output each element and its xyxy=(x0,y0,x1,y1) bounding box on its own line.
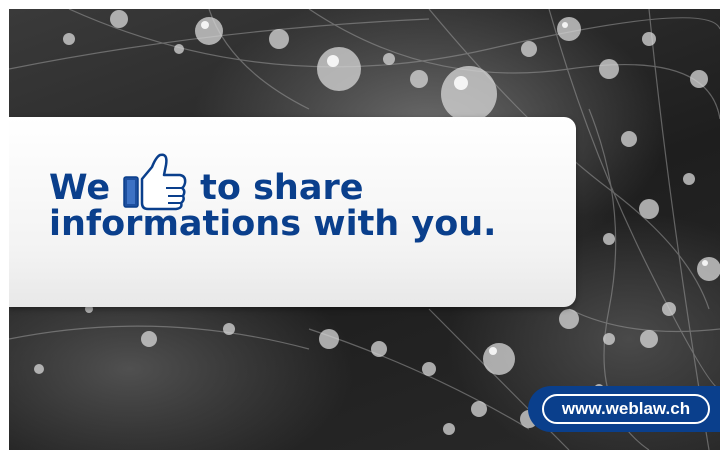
message-card: We to share informations with you. xyxy=(9,117,576,307)
banner: We to share informations with you. www.w… xyxy=(9,9,720,450)
headline-line-2: informations with you. xyxy=(49,204,497,244)
url-badge: www.weblaw.ch xyxy=(528,386,720,432)
headline-we: We xyxy=(49,167,111,208)
thumbs-up-like-icon xyxy=(122,153,188,211)
headline-to-share: to share xyxy=(200,167,364,208)
website-link[interactable]: www.weblaw.ch xyxy=(542,394,710,424)
